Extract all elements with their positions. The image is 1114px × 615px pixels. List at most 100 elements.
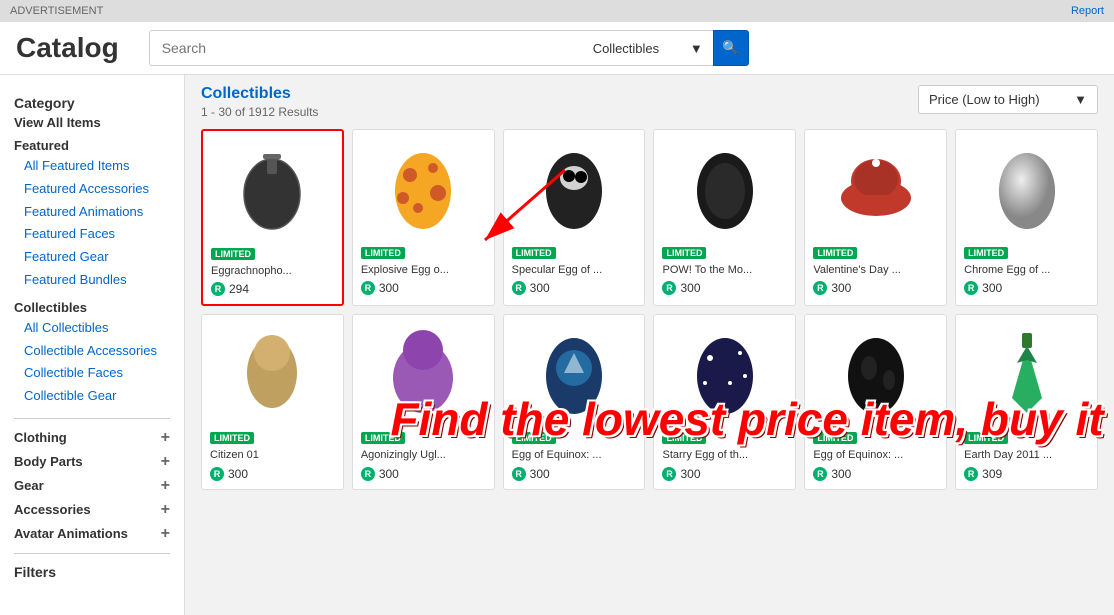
limited-badge-10: LIMITED [662,432,706,444]
item-price-12: R 309 [964,467,1089,481]
price-value-4: 300 [680,281,700,295]
item-price-1: R 294 [211,282,334,296]
sidebar-link-all-collectibles[interactable]: All Collectibles [14,317,170,340]
item-image-2 [361,138,486,238]
item-name-12: Earth Day 2011 ... [964,448,1089,462]
sidebar-link-collectible-gear[interactable]: Collectible Gear [14,385,170,408]
price-value-10: 300 [680,467,700,481]
clothing-plus-icon: + [161,429,170,447]
sidebar-link-collectible-faces[interactable]: Collectible Faces [14,362,170,385]
search-icon: 🔍 [722,40,739,56]
bodyparts-label: Body Parts [14,454,83,469]
item-image-12 [964,323,1089,423]
price-value-3: 300 [530,281,550,295]
item-card-3[interactable]: LIMITED Specular Egg of ... R 300 [503,129,646,306]
item-image-3 [512,138,637,238]
item-card-11[interactable]: LIMITED Egg of Equinox: ... R 300 [804,314,947,489]
advertisement-label: ADVERTISEMENT [10,5,103,17]
catalog-title: Catalog [16,32,119,64]
sidebar-link-featured-faces[interactable]: Featured Faces [14,223,170,246]
item-price-8: R 300 [361,467,486,481]
clothing-expandable[interactable]: Clothing + [14,429,170,447]
item-card-2[interactable]: LIMITED Explosive Egg o... R 300 [352,129,495,306]
sidebar-link-collectible-accessories[interactable]: Collectible Accessories [14,340,170,363]
item-card-12[interactable]: LIMITED Earth Day 2011 ... R 309 [955,314,1098,489]
clothing-label: Clothing [14,430,67,445]
item-image-11 [813,323,938,423]
report-link[interactable]: Report [1071,5,1104,17]
item-image-5 [813,138,938,238]
robux-icon-1: R [211,282,225,296]
item-name-9: Egg of Equinox: ... [512,448,637,462]
content-area: Collectibles 1 - 30 of 1912 Results Pric… [185,75,1114,615]
price-value-9: 300 [530,467,550,481]
search-button[interactable]: 🔍 [713,30,749,66]
robux-icon-4: R [662,281,676,295]
item-name-5: Valentine's Day ... [813,263,938,277]
bodyparts-expandable[interactable]: Body Parts + [14,453,170,471]
main-layout: Category View All Items Featured All Fea… [0,75,1114,615]
sidebar-link-featured-animations[interactable]: Featured Animations [14,201,170,224]
sidebar-link-featured-bundles[interactable]: Featured Bundles [14,269,170,292]
limited-badge-11: LIMITED [813,432,857,444]
item-image-7 [210,323,335,423]
item-card-6[interactable]: LIMITED Chrome Egg of ... R 300 [955,129,1098,306]
price-value-8: 300 [379,467,399,481]
robux-icon-9: R [512,467,526,481]
price-value-11: 300 [831,467,851,481]
search-category-dropdown[interactable]: Collectibles ▼ [583,30,713,66]
price-value-1: 294 [229,282,249,296]
item-image-10 [662,323,787,423]
search-input[interactable] [149,30,583,66]
sidebar-link-featured-accessories[interactable]: Featured Accessories [14,178,170,201]
sidebar-link-featured-gear[interactable]: Featured Gear [14,246,170,269]
view-all-items-link[interactable]: View All Items [14,115,170,130]
limited-badge-4: LIMITED [662,247,706,259]
price-value-7: 300 [228,467,248,481]
content-title-block: Collectibles 1 - 30 of 1912 Results [201,85,318,119]
gear-expandable[interactable]: Gear + [14,477,170,495]
sort-label: Price (Low to High) [929,92,1040,107]
item-card-8[interactable]: LIMITED Agonizingly Ugl... R 300 [352,314,495,489]
limited-badge-12: LIMITED [964,432,1008,444]
content: Collectibles 1 - 30 of 1912 Results Pric… [185,75,1114,500]
item-card-4[interactable]: LIMITED POW! To the Mo... R 300 [653,129,796,306]
content-header: Collectibles 1 - 30 of 1912 Results Pric… [201,85,1098,119]
limited-badge-1: LIMITED [211,248,255,260]
item-card-7[interactable]: LIMITED Citizen 01 R 300 [201,314,344,489]
item-name-7: Citizen 01 [210,448,335,462]
sidebar-divider-2 [14,553,170,554]
accessories-plus-icon: + [161,501,170,519]
price-value-2: 300 [379,281,399,295]
item-name-11: Egg of Equinox: ... [813,448,938,462]
item-card-10[interactable]: LIMITED Starry Egg of th... R 300 [653,314,796,489]
item-price-7: R 300 [210,467,335,481]
item-name-8: Agonizingly Ugl... [361,448,486,462]
item-name-4: POW! To the Mo... [662,263,787,277]
limited-badge-7: LIMITED [210,432,254,444]
accessories-expandable[interactable]: Accessories + [14,501,170,519]
featured-group-label: Featured [14,138,170,153]
sidebar-link-all-featured[interactable]: All Featured Items [14,155,170,178]
sort-chevron-icon: ▼ [1074,92,1087,107]
item-card-9[interactable]: LIMITED Egg of Equinox: ... R 300 [503,314,646,489]
avatar-animations-plus-icon: + [161,525,170,543]
robux-icon-10: R [662,467,676,481]
result-count: 1 - 30 of 1912 Results [201,105,318,119]
bodyparts-plus-icon: + [161,453,170,471]
sort-dropdown[interactable]: Price (Low to High) ▼ [918,85,1098,114]
avatar-animations-label: Avatar Animations [14,526,128,541]
items-grid: LIMITED Eggrachnopho... R 294 LIMITED Ex… [201,129,1098,490]
item-price-2: R 300 [361,281,486,295]
item-card-5[interactable]: LIMITED Valentine's Day ... R 300 [804,129,947,306]
robux-icon-5: R [813,281,827,295]
avatar-animations-expandable[interactable]: Avatar Animations + [14,525,170,543]
item-card-1[interactable]: LIMITED Eggrachnopho... R 294 [201,129,344,306]
item-image-6 [964,138,1089,238]
robux-icon-12: R [964,467,978,481]
sidebar: Category View All Items Featured All Fea… [0,75,185,615]
item-name-6: Chrome Egg of ... [964,263,1089,277]
category-title: Category [14,95,170,111]
item-name-1: Eggrachnopho... [211,264,334,278]
content-breadcrumb[interactable]: Collectibles [201,85,318,103]
